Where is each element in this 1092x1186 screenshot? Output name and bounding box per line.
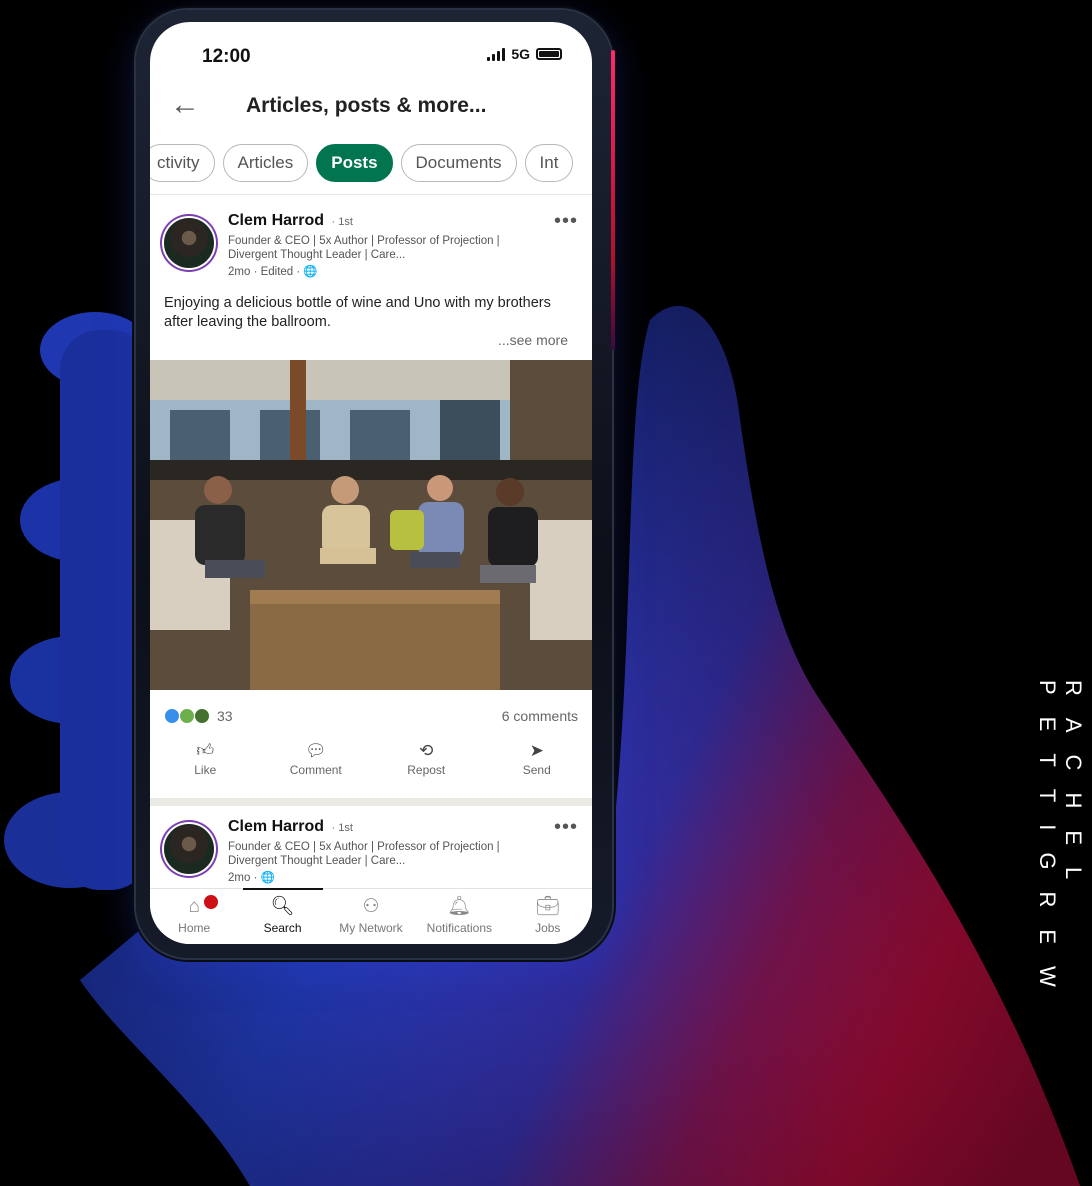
page-title: Articles, posts & more...	[246, 94, 487, 117]
nav-notifications[interactable]: 🔔︎ Notifications	[415, 889, 503, 944]
like-button[interactable]: 👍︎ Like	[160, 742, 250, 794]
notification-badge	[202, 893, 221, 911]
send-button[interactable]: ➤ Send	[492, 742, 582, 794]
page-header: ← Articles, posts & more...	[150, 84, 592, 130]
post-header[interactable]: Clem Harrod · 1st Founder & CEO | 5x Aut…	[150, 816, 592, 888]
filter-chip-posts[interactable]: Posts	[316, 144, 393, 182]
comment-icon: 💬︎	[304, 741, 327, 760]
search-icon: 🔍︎	[270, 896, 295, 917]
nav-label: Notifications	[426, 921, 493, 935]
globe-icon: 🌐	[260, 872, 275, 884]
briefcase-icon: 💼︎	[535, 896, 560, 917]
connection-degree: · 1st	[331, 822, 353, 834]
like-label: Like	[194, 763, 217, 777]
author-headline: Founder & CEO | 5x Author | Professor of…	[228, 841, 500, 867]
author-name[interactable]: Clem Harrod	[228, 818, 324, 835]
back-arrow-icon[interactable]: ←	[170, 90, 200, 120]
phone-frame: 12:00 5G ← Articles, posts & more... cti…	[136, 10, 615, 958]
thumbs-up-icon: 👍︎	[196, 741, 215, 760]
nav-jobs[interactable]: 💼︎ Jobs	[504, 889, 592, 944]
avatar[interactable]	[164, 218, 214, 268]
see-more-link[interactable]: ...see more	[498, 332, 568, 348]
battery-icon	[536, 48, 562, 60]
network-label: 5G	[511, 46, 530, 62]
nav-home[interactable]: ⌂ Home	[150, 889, 238, 944]
repost-label: Repost	[407, 763, 446, 777]
nav-search[interactable]: 🔍︎ Search	[239, 888, 327, 944]
divider	[150, 194, 592, 195]
status-time: 12:00	[202, 46, 251, 67]
phone-screen: 12:00 5G ← Articles, posts & more... cti…	[150, 22, 592, 944]
author-name[interactable]: Clem Harrod	[228, 212, 324, 229]
avatar[interactable]	[164, 824, 214, 874]
support-reaction-icon	[194, 708, 210, 724]
signal-icon	[487, 47, 506, 61]
send-label: Send	[522, 763, 551, 777]
reactions-summary[interactable]: 33	[164, 708, 233, 724]
nav-label: Jobs	[535, 921, 561, 935]
like-reaction-icon	[164, 708, 180, 724]
filter-chip-interests[interactable]: Int	[524, 144, 574, 182]
side-watermark-text: RACHEL PETTIGREW	[1035, 680, 1086, 1009]
filter-chip-activity[interactable]: ctivity	[150, 144, 215, 182]
celebrate-reaction-icon	[179, 708, 195, 724]
nav-label: Search	[263, 921, 302, 935]
comment-button[interactable]: 💬︎ Comment	[271, 742, 361, 794]
network-icon: ⚇	[362, 896, 380, 917]
post-text: Enjoying a delicious bottle of wine and …	[164, 295, 551, 330]
status-bar: 12:00 5G	[150, 22, 592, 76]
post-meta: 2mo · Edited ·	[228, 266, 304, 278]
repost-icon: ⟲	[419, 741, 434, 760]
post-meta: 2mo ·	[228, 872, 261, 884]
comment-label: Comment	[289, 763, 342, 777]
filter-chip-documents[interactable]: Documents	[400, 144, 517, 182]
send-icon: ➤	[529, 741, 544, 760]
nav-my-network[interactable]: ⚇ My Network	[327, 889, 415, 944]
reaction-count: 33	[217, 708, 233, 724]
bell-icon: 🔔︎	[447, 896, 472, 917]
filter-chips: ctivity Articles Posts Documents Int	[150, 144, 574, 184]
filter-chip-articles[interactable]: Articles	[222, 144, 309, 182]
nav-label: My Network	[339, 921, 403, 935]
globe-icon: 🌐	[303, 266, 318, 278]
bottom-navigation: ⌂ Home 🔍︎ Search ⚇ My Network 🔔︎ Notific…	[150, 888, 592, 944]
connection-degree: · 1st	[331, 216, 353, 228]
more-options-icon[interactable]: •••	[554, 210, 578, 233]
more-options-icon[interactable]: •••	[554, 816, 578, 839]
post-separator	[150, 798, 592, 806]
post-actions: 👍︎ Like 💬︎ Comment ⟲ Repost ➤ Send	[150, 742, 592, 794]
home-icon: ⌂	[188, 896, 200, 917]
post-header[interactable]: Clem Harrod · 1st Founder & CEO | 5x Aut…	[150, 210, 592, 282]
author-headline: Founder & CEO | 5x Author | Professor of…	[228, 235, 500, 261]
comments-count[interactable]: 6 comments	[502, 708, 578, 724]
repost-button[interactable]: ⟲ Repost	[381, 742, 471, 794]
post-photo[interactable]	[150, 360, 592, 690]
nav-label: Home	[178, 921, 211, 935]
